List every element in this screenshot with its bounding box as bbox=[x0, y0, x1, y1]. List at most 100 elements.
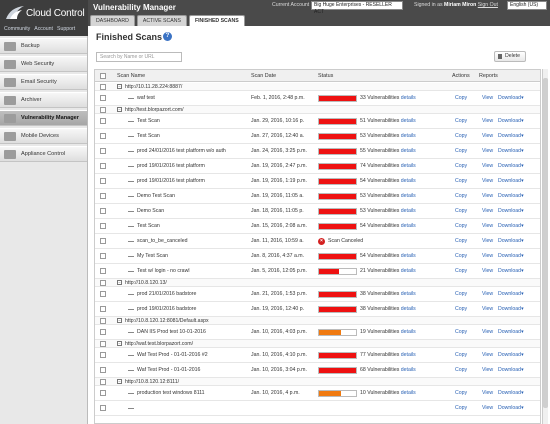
download-dropdown[interactable]: Download▾ bbox=[498, 178, 524, 184]
row-checkbox[interactable] bbox=[100, 148, 106, 154]
row-checkbox[interactable] bbox=[100, 95, 106, 101]
view-link[interactable]: View bbox=[482, 268, 493, 274]
download-dropdown[interactable]: Download▾ bbox=[498, 405, 524, 411]
table-scrollbar[interactable] bbox=[542, 69, 548, 424]
view-link[interactable]: View bbox=[482, 193, 493, 199]
download-dropdown[interactable]: Download▾ bbox=[498, 148, 524, 154]
copy-link[interactable]: Copy bbox=[455, 253, 467, 259]
copy-link[interactable]: Copy bbox=[455, 208, 467, 214]
download-dropdown[interactable]: Download▾ bbox=[498, 390, 524, 396]
copy-link[interactable]: Copy bbox=[455, 148, 467, 154]
select-all-checkbox[interactable] bbox=[100, 73, 106, 79]
current-account-select[interactable]: Big Huge Enterprises - RESELLER ACT bbox=[311, 1, 403, 15]
scrollbar-thumb[interactable] bbox=[543, 78, 548, 408]
row-checkbox[interactable] bbox=[100, 306, 106, 312]
collapse-toggle-icon[interactable]: − bbox=[117, 318, 122, 323]
row-checkbox[interactable] bbox=[100, 238, 106, 244]
view-link[interactable]: View bbox=[482, 306, 493, 312]
view-link[interactable]: View bbox=[482, 163, 493, 169]
copy-link[interactable]: Copy bbox=[455, 367, 467, 373]
view-link[interactable]: View bbox=[482, 148, 493, 154]
collapse-toggle-icon[interactable]: − bbox=[117, 379, 122, 384]
row-checkbox[interactable] bbox=[100, 193, 106, 199]
row-checkbox[interactable] bbox=[100, 268, 106, 274]
copy-link[interactable]: Copy bbox=[455, 238, 467, 244]
scan-name[interactable]: prod 19/01/2016 test platform bbox=[137, 178, 205, 184]
help-icon[interactable]: ? bbox=[163, 32, 172, 41]
copy-link[interactable]: Copy bbox=[455, 163, 467, 169]
row-checkbox[interactable] bbox=[100, 178, 106, 184]
copy-link[interactable]: Copy bbox=[455, 95, 467, 101]
download-dropdown[interactable]: Download▾ bbox=[498, 306, 524, 312]
scan-name[interactable]: Test Scan bbox=[137, 133, 160, 139]
copy-link[interactable]: Copy bbox=[455, 329, 467, 335]
download-dropdown[interactable]: Download▾ bbox=[498, 118, 524, 124]
scan-name[interactable]: DAN IIS Prod test 10-01-2016 bbox=[137, 329, 206, 335]
row-checkbox[interactable] bbox=[100, 208, 106, 214]
collapse-toggle-icon[interactable]: − bbox=[117, 107, 122, 112]
details-link[interactable]: details bbox=[401, 223, 416, 229]
download-dropdown[interactable]: Download▾ bbox=[498, 367, 524, 373]
language-select[interactable]: English (US) bbox=[507, 1, 547, 10]
copy-link[interactable]: Copy bbox=[455, 223, 467, 229]
copy-link[interactable]: Copy bbox=[455, 390, 467, 396]
account-link[interactable]: Account bbox=[34, 26, 53, 32]
row-checkbox[interactable] bbox=[100, 367, 106, 373]
details-link[interactable]: details bbox=[401, 95, 416, 101]
download-dropdown[interactable]: Download▾ bbox=[498, 95, 524, 101]
scan-name[interactable]: Waf Test Prod - 01-01-2016 #2 bbox=[137, 352, 208, 358]
collapse-toggle-icon[interactable]: − bbox=[117, 84, 122, 89]
scan-name[interactable]: Test w/ login - no crawl bbox=[137, 268, 189, 274]
details-link[interactable]: details bbox=[401, 268, 416, 274]
scan-name[interactable]: Test Scan bbox=[137, 118, 160, 124]
download-dropdown[interactable]: Download▾ bbox=[498, 193, 524, 199]
sign-out-link[interactable]: Sign Out bbox=[478, 2, 498, 8]
download-dropdown[interactable]: Download▾ bbox=[498, 291, 524, 297]
view-link[interactable]: View bbox=[482, 390, 493, 396]
view-link[interactable]: View bbox=[482, 329, 493, 335]
view-link[interactable]: View bbox=[482, 223, 493, 229]
details-link[interactable]: details bbox=[401, 390, 416, 396]
view-link[interactable]: View bbox=[482, 352, 493, 358]
row-checkbox[interactable] bbox=[100, 133, 106, 139]
details-link[interactable]: details bbox=[401, 367, 416, 373]
scan-name[interactable]: Demo Test Scan bbox=[137, 193, 175, 199]
sidebar-item-web-security[interactable]: Web Security bbox=[0, 56, 87, 72]
copy-link[interactable]: Copy bbox=[455, 178, 467, 184]
scan-name[interactable]: production test windows 8111 bbox=[137, 390, 205, 396]
download-dropdown[interactable]: Download▾ bbox=[498, 163, 524, 169]
scan-name[interactable]: prod 19/01/2016 badstore bbox=[137, 306, 196, 312]
details-link[interactable]: details bbox=[401, 306, 416, 312]
download-dropdown[interactable]: Download▾ bbox=[498, 352, 524, 358]
row-checkbox[interactable] bbox=[100, 107, 106, 113]
delete-button[interactable]: Delete bbox=[494, 51, 526, 62]
scan-name[interactable]: My Test Scan bbox=[137, 253, 168, 259]
view-link[interactable]: View bbox=[482, 178, 493, 184]
details-link[interactable]: details bbox=[401, 163, 416, 169]
details-link[interactable]: details bbox=[401, 208, 416, 214]
copy-link[interactable]: Copy bbox=[455, 352, 467, 358]
details-link[interactable]: details bbox=[401, 193, 416, 199]
view-link[interactable]: View bbox=[482, 208, 493, 214]
scan-name[interactable]: prod 19/01/2016 test platform bbox=[137, 163, 205, 169]
sidebar-item-mobile-devices[interactable]: Mobile Devices bbox=[0, 128, 87, 144]
collapse-toggle-icon[interactable]: − bbox=[117, 341, 122, 346]
copy-link[interactable]: Copy bbox=[455, 133, 467, 139]
row-checkbox[interactable] bbox=[100, 280, 106, 286]
sidebar-item-appliance-control[interactable]: Appliance Control bbox=[0, 146, 87, 162]
scan-name[interactable]: Test Scan bbox=[137, 223, 160, 229]
view-link[interactable]: View bbox=[482, 367, 493, 373]
row-checkbox[interactable] bbox=[100, 379, 106, 385]
view-link[interactable]: View bbox=[482, 95, 493, 101]
view-link[interactable]: View bbox=[482, 133, 493, 139]
collapse-toggle-icon[interactable]: − bbox=[117, 280, 122, 285]
details-link[interactable]: details bbox=[401, 329, 416, 335]
search-input[interactable]: Search by Name or URL bbox=[96, 52, 182, 62]
download-dropdown[interactable]: Download▾ bbox=[498, 223, 524, 229]
copy-link[interactable]: Copy bbox=[455, 118, 467, 124]
row-checkbox[interactable] bbox=[100, 341, 106, 347]
details-link[interactable]: details bbox=[401, 352, 416, 358]
row-checkbox[interactable] bbox=[100, 390, 106, 396]
details-link[interactable]: details bbox=[401, 118, 416, 124]
details-link[interactable]: details bbox=[401, 291, 416, 297]
